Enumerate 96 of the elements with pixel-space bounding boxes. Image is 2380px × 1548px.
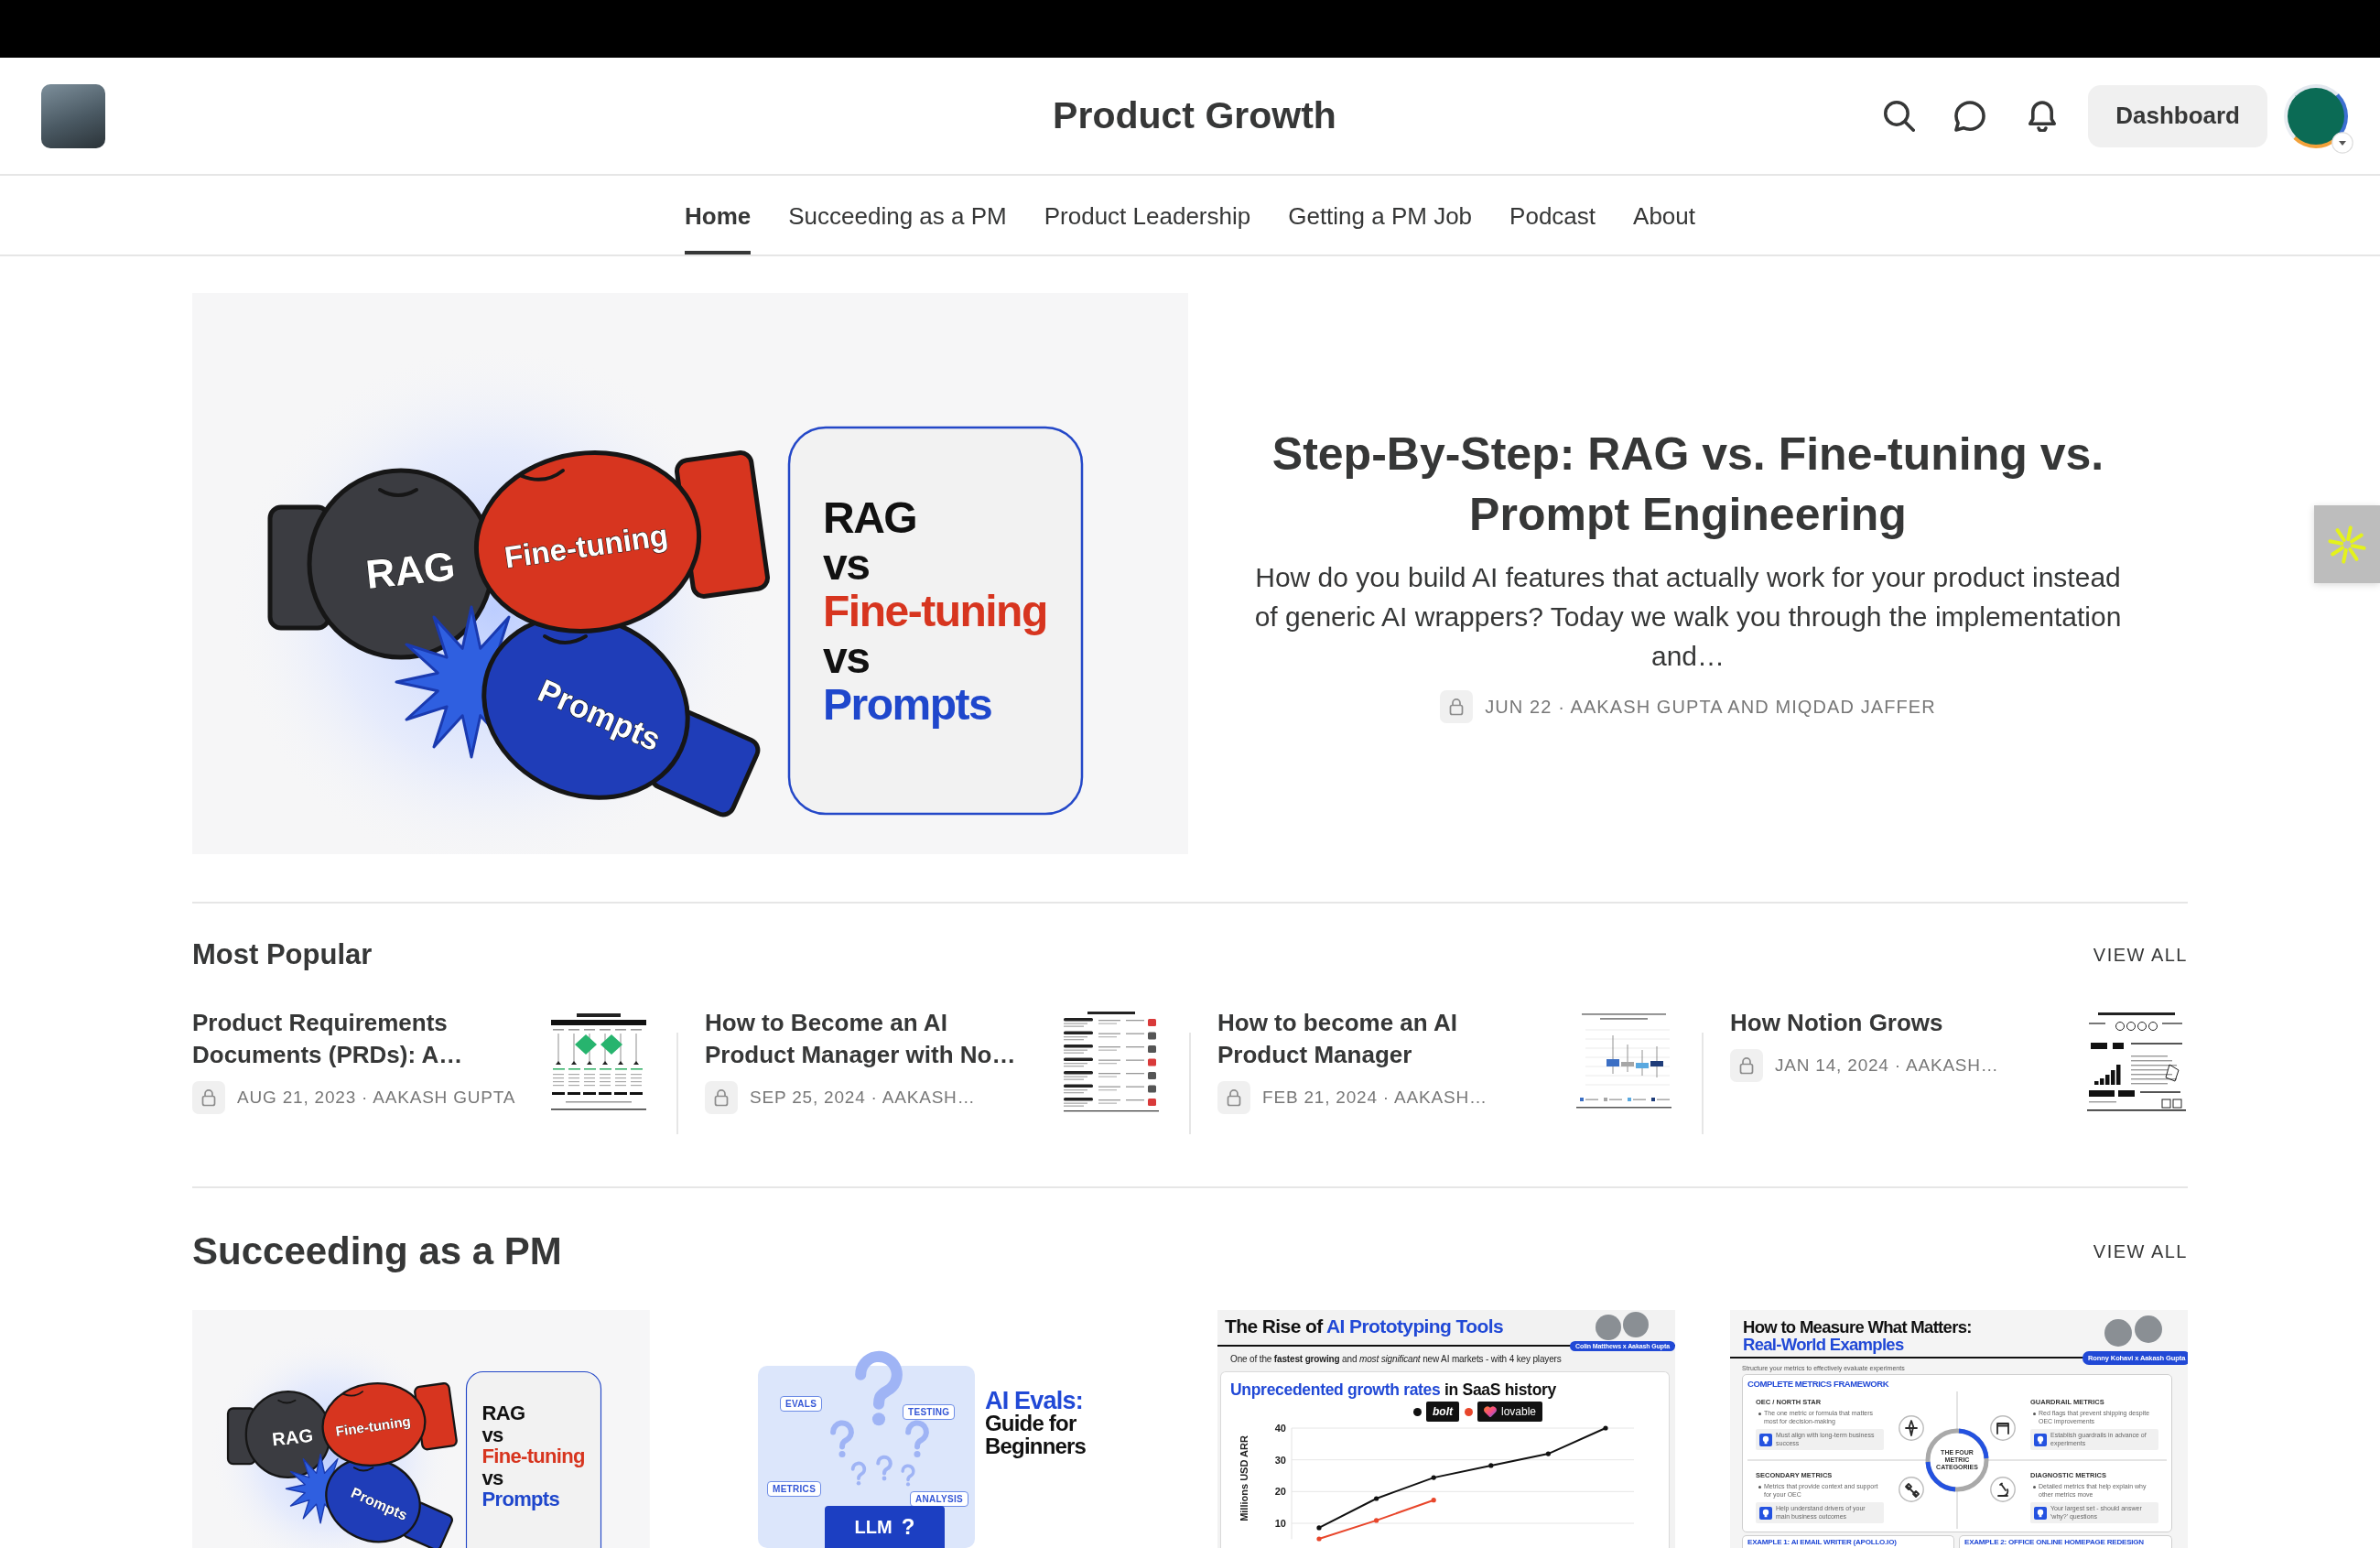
search-icon[interactable] (1884, 100, 1916, 132)
glove-label: Fine-tuning (334, 1413, 412, 1439)
bulb-icon (1759, 1433, 1772, 1446)
card-text: RAG (823, 493, 917, 542)
label-tag: EVALS (780, 1396, 823, 1412)
section-title: Most Popular (192, 938, 373, 971)
frame-icon (1990, 1415, 2016, 1441)
nav-tab[interactable]: Getting a PM Job (1288, 176, 1473, 254)
image-title: AI Evals: (985, 1387, 1083, 1414)
glove-label: RAG (271, 1424, 314, 1450)
section-title: Succeeding as a PM (192, 1229, 562, 1273)
question-mark-glyph: ? (901, 1514, 915, 1540)
post-title[interactable]: Step-By-Step: RAG vs. Fine-tuning vs. Prompt Engineering (1225, 424, 2151, 545)
question-mark-icon (901, 1464, 915, 1487)
view-all-link[interactable]: VIEW ALL (2093, 1240, 2188, 1262)
image-title: Real-World Examples (1743, 1335, 1904, 1355)
nav-tab[interactable]: About (1633, 176, 1695, 254)
image-subtitle: Guide for Beginners (985, 1412, 1087, 1457)
author-avatar (1623, 1312, 1649, 1337)
question-mark-icon (905, 1420, 929, 1458)
heart-icon (1484, 1405, 1497, 1418)
bullet-icon (2033, 1413, 2036, 1415)
label-tag: METRICS (767, 1481, 822, 1497)
bullet-icon (1758, 1486, 1761, 1488)
view-all-link[interactable]: VIEW ALL (2093, 944, 2188, 966)
card-text: vs (481, 1466, 503, 1489)
box-plot-bar (1606, 1034, 1619, 1075)
box-plot-bar (1621, 1044, 1634, 1073)
card-text: vs (481, 1423, 503, 1446)
card-text: Fine-tuning (823, 587, 1047, 635)
chart-title: Unprecedented growth rates in SaaS history (1230, 1380, 1556, 1400)
image-subtitle: One of the fastest growing and most significant new AI markets - with 4 key players (1230, 1354, 1562, 1364)
logo-photo-placeholder[interactable] (41, 83, 105, 148)
post-meta: FEB 21, 2024 · AAKASH… (1262, 1088, 1488, 1108)
bulb-icon (2034, 1506, 2047, 1520)
example-heading: EXAMPLE 1: AI EMAIL WRITER (APOLLO.IO) (1742, 1535, 1954, 1548)
chat-bubble-icon[interactable] (1954, 100, 1986, 132)
axis-title: Millions USD ARR (1239, 1435, 1250, 1521)
axis-tick-label: 30 (1274, 1454, 1286, 1466)
dashboard-button[interactable]: Dashboard (2088, 84, 2267, 147)
post-title[interactable]: How Notion Grows (1730, 1007, 2055, 1039)
post-title[interactable]: How to Become an AI Product Manager with No… (705, 1007, 1030, 1071)
label-tag: TESTING (903, 1404, 956, 1420)
legend-swatch (1580, 1098, 1584, 1101)
legend-swatch (1604, 1098, 1607, 1101)
bulb-icon (1759, 1506, 1772, 1520)
caret-icon[interactable] (2331, 131, 2353, 154)
box-plot-bar (1650, 1045, 1663, 1078)
post-title[interactable]: How to become an AI Product Manager (1217, 1007, 1542, 1071)
legend-swatch (1651, 1098, 1655, 1101)
example-heading: EXAMPLE 2: OFFICE ONLINE HOMEPAGE REDESIGN (1959, 1535, 2172, 1548)
image-title: How to Measure What Matters: (1743, 1317, 1972, 1337)
legend-label: bolt (1426, 1402, 1459, 1422)
post-meta: JUN 22 · AAKASH GUPTA AND MIQDAD JAFFER (1485, 696, 1936, 718)
axis-tick-label: 40 (1274, 1423, 1286, 1434)
nav-tab[interactable]: Product Leadership (1044, 176, 1251, 254)
ring-diagram (1925, 1428, 1989, 1492)
post-excerpt: How do you build AI features that actually work for your product instead of generic AI wrappers? Today we walk you through the implementation and… (1253, 561, 2123, 673)
card-text: Prompts (481, 1488, 560, 1511)
compass-icon (1899, 1415, 1924, 1441)
image-title: The Rise of AI Prototyping Tools (1225, 1315, 1503, 1337)
nav-tab[interactable]: Succeeding as a PM (788, 176, 1007, 254)
legend-label: lovable (1501, 1405, 1537, 1418)
author-avatar (2135, 1315, 2162, 1343)
satellite-icon (1899, 1477, 1924, 1502)
card-text: Fine-tuning (481, 1445, 585, 1468)
card-text: RAG (481, 1402, 525, 1425)
author-avatar (1596, 1315, 1621, 1340)
bullet-icon (2033, 1486, 2036, 1488)
post-meta: AUG 21, 2023 · AAKASH GUPTA (237, 1088, 516, 1108)
bullet-icon (1758, 1413, 1761, 1415)
author-avatar (2104, 1319, 2132, 1347)
panel-heading: COMPLETE METRICS FRAMEWORK (1747, 1379, 1889, 1389)
bell-icon[interactable] (2027, 100, 2059, 132)
axis-tick-label: 20 (1274, 1486, 1286, 1498)
card-text: Prompts (823, 680, 992, 729)
card-text: vs (823, 633, 870, 682)
nav-tab[interactable]: Podcast (1509, 176, 1596, 254)
microscope-icon (1990, 1477, 2016, 1502)
post-meta: JAN 14, 2024 · AAKASH… (1775, 1055, 1999, 1076)
nav-tab[interactable]: Home (685, 176, 752, 254)
stats-infographic-drawing[interactable] (2085, 1010, 2188, 1112)
label-tag: ANALYSIS (910, 1491, 969, 1507)
glove-label: Fine-tuning (502, 517, 670, 575)
question-mark-icon (876, 1455, 892, 1481)
glove-label: RAG (363, 543, 458, 598)
post-meta: SEP 25, 2024 · AAKASH… (750, 1088, 976, 1108)
card-text: vs (823, 540, 870, 589)
site-title[interactable]: Product Growth (1053, 94, 1336, 137)
question-mark-icon (850, 1461, 867, 1486)
cube-label: LLM (854, 1516, 892, 1538)
axis-tick-label: 10 (1274, 1518, 1286, 1529)
post-title[interactable]: Product Requirements Documents (PRDs): A… (192, 1007, 517, 1071)
bulb-icon (2034, 1433, 2047, 1446)
legend-swatch (1628, 1098, 1631, 1101)
box-plot-bar (1636, 1049, 1649, 1077)
